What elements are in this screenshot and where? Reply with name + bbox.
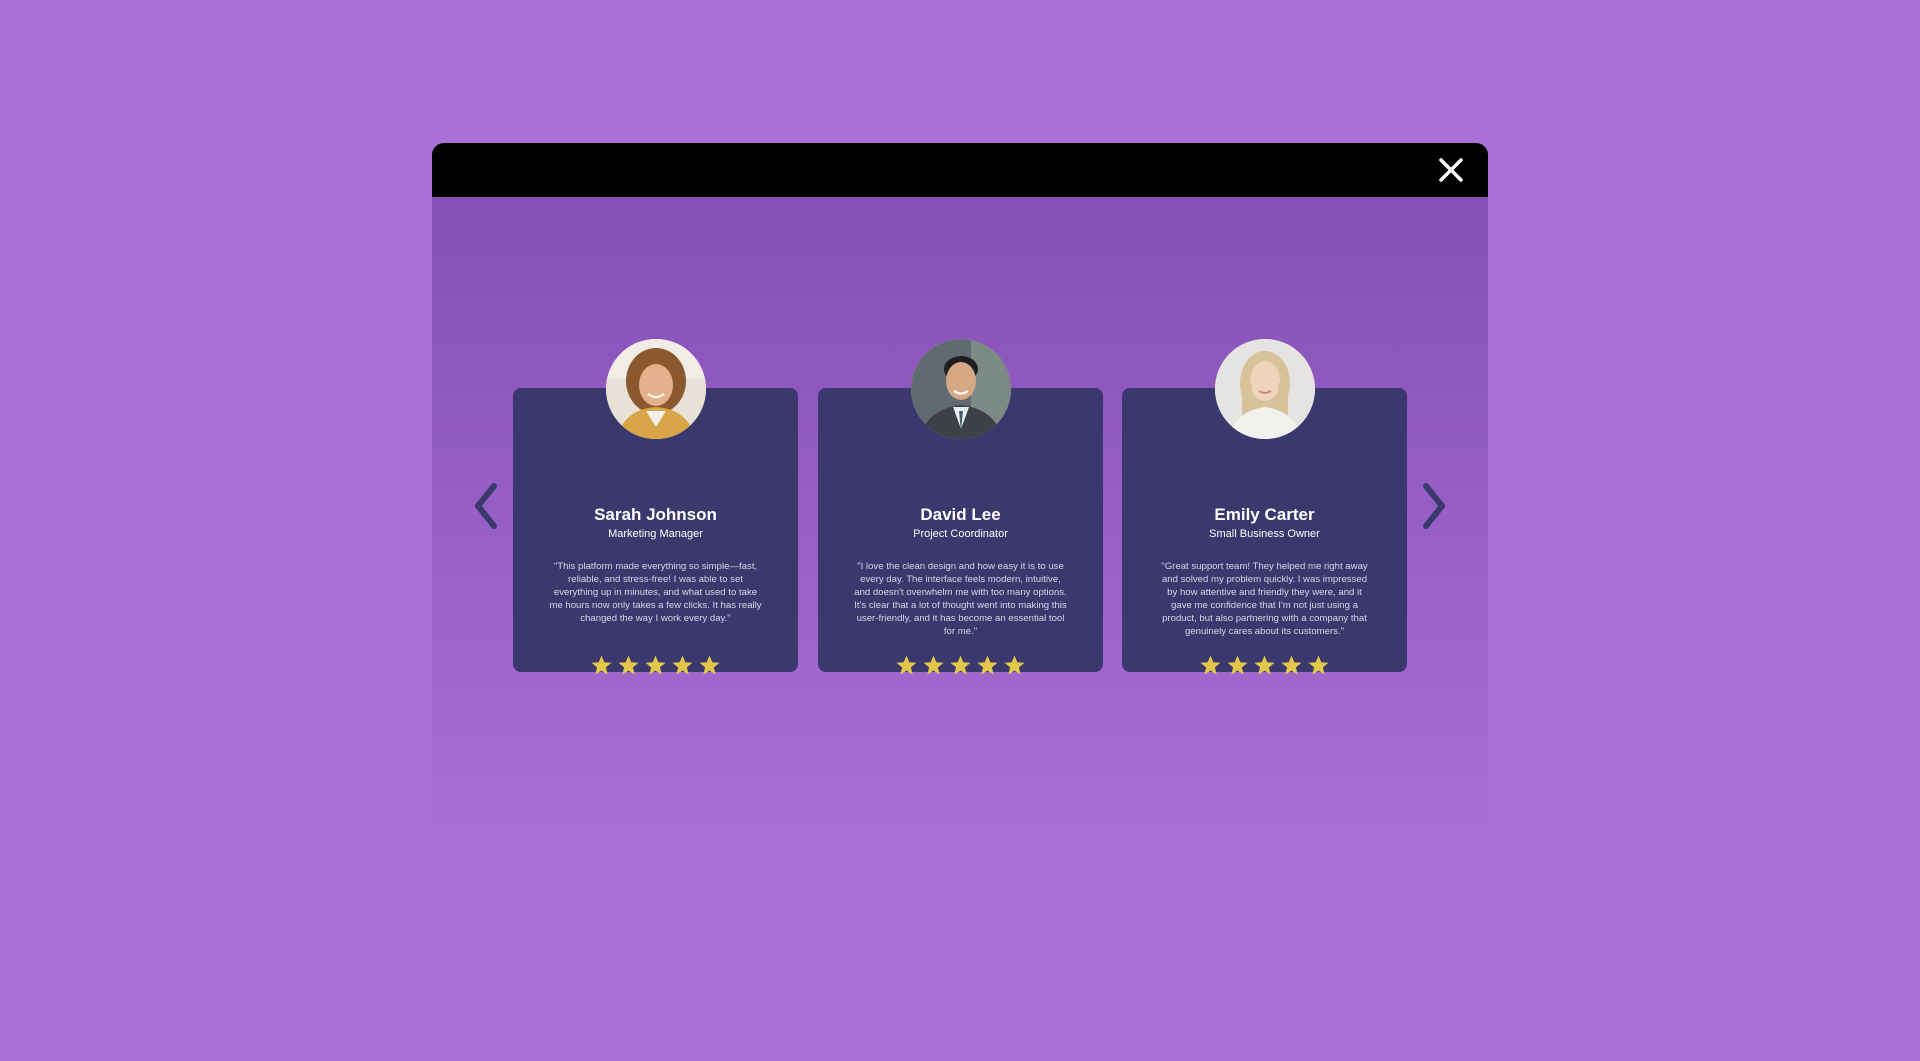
reviewer-role: Small Business Owner: [1209, 528, 1320, 540]
star-icon: [923, 655, 944, 675]
star-rating: [1122, 654, 1407, 682]
avatar: [911, 339, 1011, 439]
modal-header: [432, 143, 1488, 197]
star-icon: [1200, 655, 1221, 675]
reviewer-name: David Lee: [920, 505, 1001, 524]
star-icon: [950, 655, 971, 675]
testimonials-modal: Sarah Johnson Marketing Manager "This pl…: [432, 143, 1488, 863]
testimonial-quote: "I love the clean design and how easy it…: [854, 561, 1067, 637]
star-icon: [1254, 655, 1275, 675]
testimonial-card-1: Sarah Johnson Marketing Manager "This pl…: [513, 339, 798, 675]
star-icon: [1004, 655, 1025, 675]
star-icon: [977, 655, 998, 675]
chevron-left-icon: [475, 483, 497, 529]
carousel-prev-button[interactable]: [466, 479, 506, 533]
star-icon: [1308, 655, 1329, 675]
star-icon: [672, 655, 693, 675]
close-icon: [1439, 158, 1463, 182]
testimonial-carousel: Sarah Johnson Marketing Manager "This pl…: [432, 339, 1488, 679]
avatar: [606, 339, 706, 439]
star-rating: [513, 654, 798, 682]
star-icon: [1227, 655, 1248, 675]
reviewer-name: Emily Carter: [1214, 505, 1315, 524]
reviewer-role: Project Coordinator: [913, 528, 1008, 540]
testimonial-quote: "This platform made everything so simple…: [549, 561, 762, 624]
reviewer-name: Sarah Johnson: [594, 505, 717, 524]
star-icon: [591, 655, 612, 675]
chevron-right-icon: [1423, 483, 1445, 529]
testimonial-card-3: Emily Carter Small Business Owner "Great…: [1122, 339, 1407, 675]
testimonial-quote: "Great support team! They helped me righ…: [1161, 561, 1368, 637]
star-rating: [818, 654, 1103, 682]
star-icon: [645, 655, 666, 675]
star-icon: [896, 655, 917, 675]
close-button[interactable]: [1436, 155, 1466, 185]
star-icon: [1281, 655, 1302, 675]
star-icon: [699, 655, 720, 675]
star-icon: [618, 655, 639, 675]
avatar: [1215, 339, 1315, 439]
testimonial-card-2: David Lee Project Coordinator "I love th…: [818, 339, 1103, 675]
carousel-next-button[interactable]: [1414, 479, 1454, 533]
reviewer-role: Marketing Manager: [608, 528, 703, 540]
